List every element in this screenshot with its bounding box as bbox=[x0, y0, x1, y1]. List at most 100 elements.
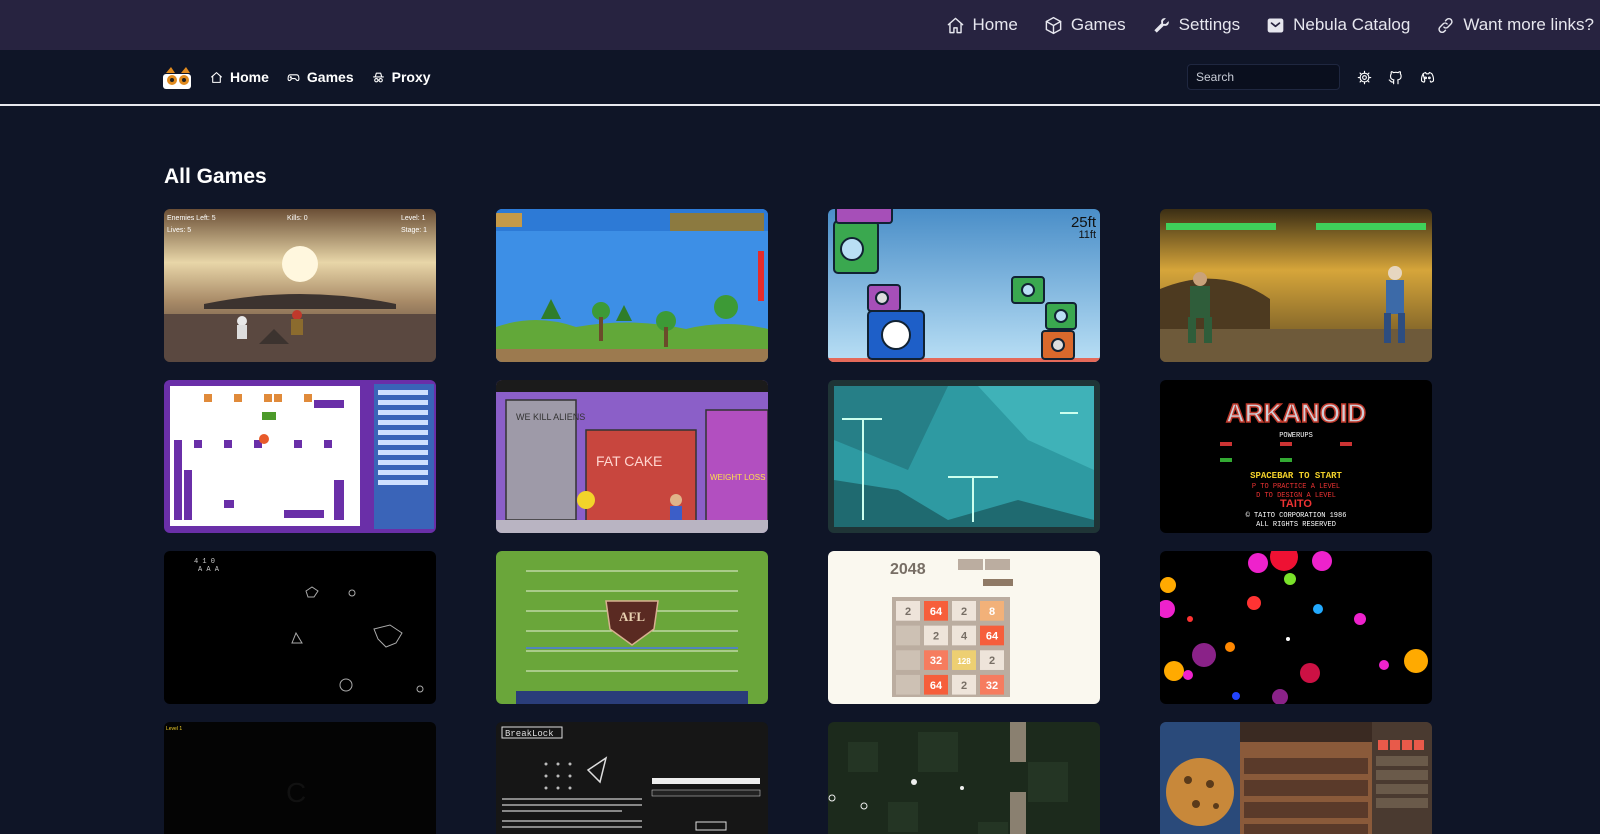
height-readout-secondary: 11ft bbox=[1078, 229, 1096, 241]
github-icon bbox=[1388, 71, 1402, 85]
game-thumbnail bbox=[164, 380, 436, 533]
sign-fat-cake: FAT CAKE bbox=[596, 453, 662, 469]
game-thumbnail bbox=[1160, 722, 1432, 834]
game-thumbnail: 25ft 11ft bbox=[828, 209, 1100, 362]
hud-stage: Stage: 1 bbox=[401, 227, 427, 234]
game-card-fighter[interactable] bbox=[1160, 209, 1432, 362]
game-card-maze[interactable] bbox=[164, 380, 436, 533]
breaklock-title: BreakLock bbox=[505, 729, 554, 739]
game-card-platformer[interactable] bbox=[496, 209, 768, 362]
tile-2048-value: 64 bbox=[986, 631, 999, 643]
gamepad-icon bbox=[287, 73, 300, 81]
arkanoid-practice: P TO PRACTICE A LEVEL bbox=[1252, 483, 1340, 491]
arkanoid-powerups: POWERUPS bbox=[1279, 432, 1313, 440]
home-icon bbox=[947, 17, 963, 33]
game-thumbnail: Enemies Left: 5 Kills: 0 Level: 1 Lives:… bbox=[164, 209, 436, 362]
hud-level: Level: 1 bbox=[401, 215, 426, 222]
top-nav: Home Games Settings Nebula Catalog Want … bbox=[920, 0, 1594, 50]
navbar-proxy-label: Proxy bbox=[391, 69, 431, 85]
link-icon bbox=[1438, 17, 1453, 33]
tile-2048-value: 64 bbox=[930, 606, 943, 618]
hud-lives: Lives: 5 bbox=[167, 227, 191, 234]
inbox-icon bbox=[1267, 17, 1284, 33]
topnav-games[interactable]: Games bbox=[1044, 15, 1126, 35]
hud-kills: Kills: 0 bbox=[287, 215, 308, 222]
tile-2048 bbox=[896, 650, 920, 670]
navbar-proxy[interactable]: Proxy bbox=[372, 69, 431, 85]
sign-weight-loss: WEIGHT LOSS bbox=[710, 473, 765, 482]
navbar-home-label: Home bbox=[230, 69, 269, 85]
game-card-zombie-city[interactable]: WE KILL ALIENS FAT CAKE WEIGHT LOSS bbox=[496, 380, 768, 533]
game-card-football[interactable]: AFL bbox=[496, 551, 768, 704]
discord-icon bbox=[1420, 71, 1435, 83]
arkanoid-copyright: © TAITO CORPORATION 1986 bbox=[1246, 511, 1347, 520]
game-card-warrior[interactable]: Enemies Left: 5 Kills: 0 Level: 1 Lives:… bbox=[164, 209, 436, 362]
game-card-breaklock[interactable]: BreakLock bbox=[496, 722, 768, 834]
top-bar: Home Games Settings Nebula Catalog Want … bbox=[0, 0, 1600, 50]
spy-icon bbox=[372, 72, 384, 82]
svg-text:ARKANOID: ARKANOID bbox=[1226, 398, 1366, 428]
game-thumbnail bbox=[828, 380, 1100, 533]
github-button[interactable] bbox=[1388, 70, 1403, 85]
tile-2048-value: 8 bbox=[989, 606, 995, 618]
navbar-games-label: Games bbox=[306, 69, 354, 85]
tile-2048-value: 64 bbox=[930, 680, 943, 692]
navbar-games[interactable]: Games bbox=[287, 69, 354, 85]
tile-2048-value: 32 bbox=[986, 680, 998, 692]
game-card-arkanoid[interactable]: ARKANOID POWERUPS SPACEBAR TO START P TO… bbox=[1160, 380, 1432, 533]
arkanoid-rights: ALL RIGHTS RESERVED bbox=[1256, 521, 1336, 529]
title-2048: 2048 bbox=[890, 561, 926, 578]
game-thumbnail: BreakLock bbox=[496, 722, 768, 834]
game-thumbnail: ARKANOID POWERUPS SPACEBAR TO START P TO… bbox=[1160, 380, 1432, 533]
game-thumbnail: WE KILL ALIENS FAT CAKE WEIGHT LOSS bbox=[496, 380, 768, 533]
game-thumbnail: Level 1 C bbox=[164, 722, 436, 834]
tile-2048-value: 2 bbox=[961, 606, 967, 618]
game-card-stack-tower[interactable]: 25ft 11ft bbox=[828, 209, 1100, 362]
svg-text:A A A: A A A bbox=[198, 566, 220, 574]
tile-2048-value: 32 bbox=[930, 655, 942, 667]
tile-2048-value: 2 bbox=[989, 655, 995, 667]
game-card-dark-level[interactable]: Level 1 C bbox=[164, 722, 436, 834]
search-input[interactable] bbox=[1187, 64, 1340, 90]
tile-2048-value: 128 bbox=[957, 657, 971, 666]
game-card-agar[interactable] bbox=[1160, 551, 1432, 704]
settings-button[interactable] bbox=[1357, 70, 1372, 85]
tile-2048 bbox=[896, 625, 920, 646]
tile-2048-value: 2 bbox=[933, 631, 939, 643]
game-thumbnail bbox=[1160, 209, 1432, 362]
game-thumbnail bbox=[496, 209, 768, 362]
topnav-nebula-catalog-label: Nebula Catalog bbox=[1293, 15, 1411, 34]
topnav-more-links[interactable]: Want more links? bbox=[1436, 15, 1594, 35]
game-card-cave[interactable] bbox=[828, 380, 1100, 533]
tile-2048-value: 4 bbox=[961, 631, 968, 643]
cube-icon bbox=[1045, 16, 1062, 34]
page-title: All Games bbox=[164, 165, 267, 188]
discord-button[interactable] bbox=[1420, 70, 1435, 85]
wrench-icon bbox=[1154, 17, 1169, 33]
topnav-settings[interactable]: Settings bbox=[1152, 15, 1240, 35]
game-thumbnail: 4 1 0 A A A bbox=[164, 551, 436, 704]
home-icon bbox=[211, 71, 222, 83]
navbar-home[interactable]: Home bbox=[210, 69, 269, 85]
site-navbar: Home Games Proxy bbox=[0, 50, 1600, 106]
arkanoid-start: SPACEBAR TO START bbox=[1250, 471, 1342, 481]
game-card-space-shooter[interactable] bbox=[828, 722, 1100, 834]
svg-text:AFL: AFL bbox=[619, 609, 645, 624]
hud-enemies: Enemies Left: 5 bbox=[167, 215, 216, 222]
topnav-games-label: Games bbox=[1070, 15, 1126, 34]
topnav-home[interactable]: Home bbox=[946, 15, 1018, 35]
svg-text:Level 1: Level 1 bbox=[166, 726, 182, 732]
game-thumbnail: AFL bbox=[496, 551, 768, 704]
game-card-2048[interactable]: 2048 2 64 2 8 2 4 64 32 128 2 64 2 32 bbox=[828, 551, 1100, 704]
site-logo[interactable] bbox=[162, 65, 194, 91]
arkanoid-taito: TAITO bbox=[1280, 498, 1312, 510]
game-card-asteroids[interactable]: 4 1 0 A A A bbox=[164, 551, 436, 704]
game-card-cookie-clicker[interactable] bbox=[1160, 722, 1432, 834]
svg-text:C: C bbox=[286, 777, 306, 808]
tile-2048 bbox=[896, 674, 920, 695]
tile-2048-value: 2 bbox=[961, 680, 967, 692]
svg-text:4 1 0: 4 1 0 bbox=[194, 558, 215, 566]
gear-icon bbox=[1357, 70, 1372, 85]
game-thumbnail bbox=[1160, 551, 1432, 704]
topnav-nebula-catalog[interactable]: Nebula Catalog bbox=[1266, 15, 1410, 35]
